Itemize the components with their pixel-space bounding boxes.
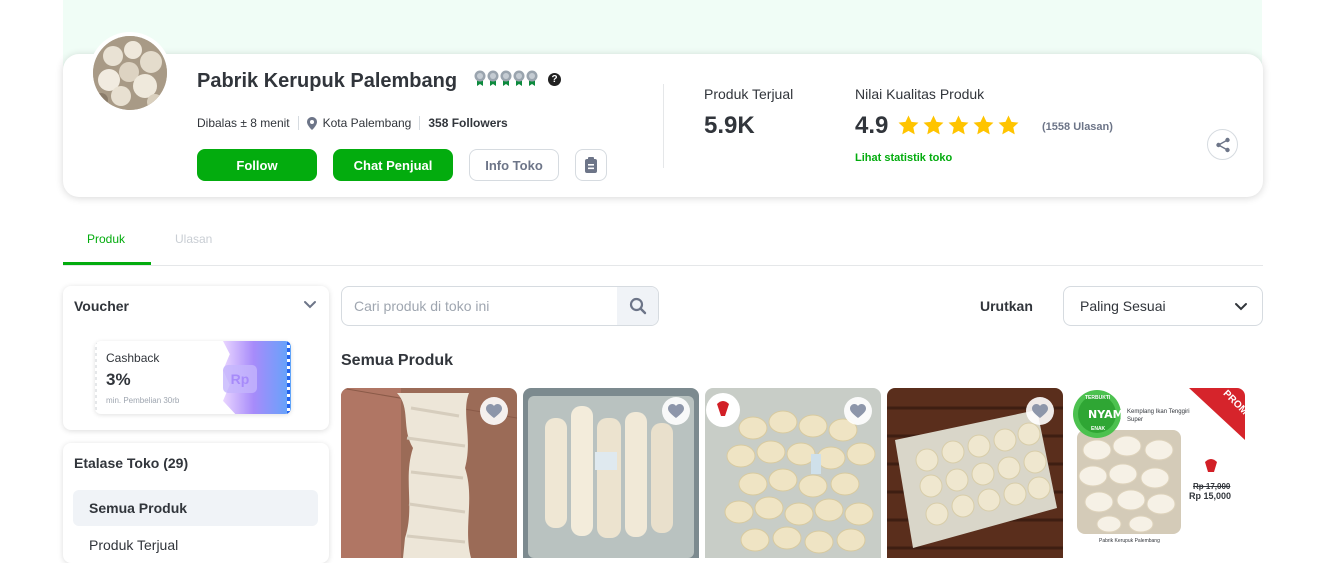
response-time: Dibalas ± 8 menit bbox=[197, 116, 290, 130]
star-icon bbox=[898, 115, 919, 135]
sort-label: Urutkan bbox=[980, 298, 1033, 314]
product-badge-label: NYAM! bbox=[1088, 408, 1129, 421]
search-input[interactable] bbox=[342, 287, 618, 325]
share-icon bbox=[1215, 137, 1230, 152]
heart-icon bbox=[668, 403, 684, 418]
shop-location: Kota Palembang bbox=[322, 116, 412, 130]
etalase-item-produk-terjual[interactable]: Produk Terjual bbox=[89, 537, 178, 553]
header-divider bbox=[663, 84, 664, 168]
wishlist-button[interactable] bbox=[480, 397, 508, 425]
etalase-title: Etalase Toko (29) bbox=[74, 455, 189, 471]
voucher-edge bbox=[95, 341, 97, 414]
chevron-down-icon[interactable] bbox=[303, 300, 317, 310]
product-card[interactable]: NYAM! TERBUKTI ENAK PROMO Kemplang Ikan … bbox=[1069, 388, 1245, 558]
product-overlay-name: Kemplang Ikan Tenggiri Super bbox=[1127, 409, 1190, 423]
rating-stars bbox=[897, 114, 1020, 137]
search-icon bbox=[629, 297, 646, 315]
old-price: Rp 17,000 bbox=[1193, 482, 1231, 491]
star-icon bbox=[973, 115, 994, 135]
product-overlay-footer: Pabrik Kerupuk Palembang bbox=[1099, 538, 1160, 544]
clipboard-icon bbox=[585, 157, 597, 173]
tab-active-indicator bbox=[63, 262, 151, 265]
wishlist-button[interactable] bbox=[1026, 397, 1054, 425]
badge-medal-icon bbox=[526, 70, 538, 86]
followers-count: 358 Followers bbox=[428, 116, 508, 130]
shop-name: Pabrik Kerupuk Palembang bbox=[197, 70, 458, 92]
product-card[interactable] bbox=[887, 388, 1063, 558]
notes-button[interactable] bbox=[575, 149, 607, 181]
heart-icon bbox=[850, 403, 866, 418]
divider bbox=[297, 116, 299, 130]
heart-icon bbox=[1032, 403, 1048, 418]
voucher-perforation bbox=[287, 341, 290, 414]
product-search bbox=[341, 286, 659, 326]
badge-medal-icon bbox=[513, 70, 525, 86]
shop-badge[interactable] bbox=[474, 70, 538, 86]
location-pin-icon bbox=[306, 116, 317, 130]
star-icon bbox=[948, 115, 969, 135]
star-icon bbox=[998, 115, 1019, 135]
sort-value: Paling Sesuai bbox=[1080, 298, 1166, 314]
quality-label: Nilai Kualitas Produk bbox=[855, 86, 985, 102]
star-icon bbox=[923, 115, 944, 135]
voucher-min: min. Pembelian 30rb bbox=[106, 396, 180, 405]
chevron-down-icon bbox=[1235, 303, 1247, 311]
tab-produk[interactable]: Produk bbox=[87, 232, 125, 246]
tab-divider bbox=[63, 265, 1263, 266]
voucher-title: Voucher bbox=[74, 298, 129, 314]
follow-button[interactable]: Follow bbox=[197, 149, 317, 181]
rating-value: 4.9 bbox=[855, 112, 889, 139]
product-badge-top: TERBUKTI bbox=[1085, 395, 1111, 401]
sold-value: 5.9K bbox=[704, 112, 755, 139]
wishlist-button[interactable] bbox=[662, 397, 690, 425]
tab-ulasan[interactable]: Ulasan bbox=[175, 232, 212, 246]
product-badge-bottom: ENAK bbox=[1091, 426, 1106, 432]
product-card[interactable] bbox=[523, 388, 699, 558]
heart-icon bbox=[486, 403, 502, 418]
divider bbox=[419, 116, 421, 130]
shop-info-button[interactable]: Info Toko bbox=[469, 149, 559, 181]
cashback-voucher[interactable]: Cashback 3% min. Pembelian 30rb Rp bbox=[95, 341, 291, 414]
products-section-title: Semua Produk bbox=[341, 352, 454, 369]
badge-medal-icon bbox=[500, 70, 512, 86]
review-count: (1558 Ulasan) bbox=[1042, 121, 1113, 133]
product-card[interactable] bbox=[705, 388, 881, 558]
shop-statistics-link[interactable]: Lihat statistik toko bbox=[855, 152, 952, 164]
voucher-value: 3% bbox=[106, 370, 131, 389]
rupiah-icon: Rp bbox=[223, 365, 257, 393]
sold-label: Produk Terjual bbox=[704, 86, 794, 102]
new-price: Rp 15,000 bbox=[1189, 491, 1232, 501]
help-icon[interactable]: ? bbox=[548, 73, 561, 86]
badge-medal-icon bbox=[487, 70, 499, 86]
shop-avatar[interactable] bbox=[93, 36, 167, 110]
chat-seller-button[interactable]: Chat Penjual bbox=[333, 149, 453, 181]
wishlist-button[interactable] bbox=[844, 397, 872, 425]
share-button[interactable] bbox=[1207, 129, 1238, 160]
sort-select[interactable]: Paling Sesuai bbox=[1063, 286, 1263, 326]
product-card[interactable] bbox=[341, 388, 517, 558]
badge-medal-icon bbox=[474, 70, 486, 86]
voucher-type: Cashback bbox=[106, 351, 160, 365]
shop-meta: Dibalas ± 8 menit Kota Palembang 358 Fol… bbox=[197, 116, 508, 130]
etalase-item-semua-produk[interactable]: Semua Produk bbox=[73, 490, 318, 526]
search-button[interactable] bbox=[617, 287, 658, 325]
